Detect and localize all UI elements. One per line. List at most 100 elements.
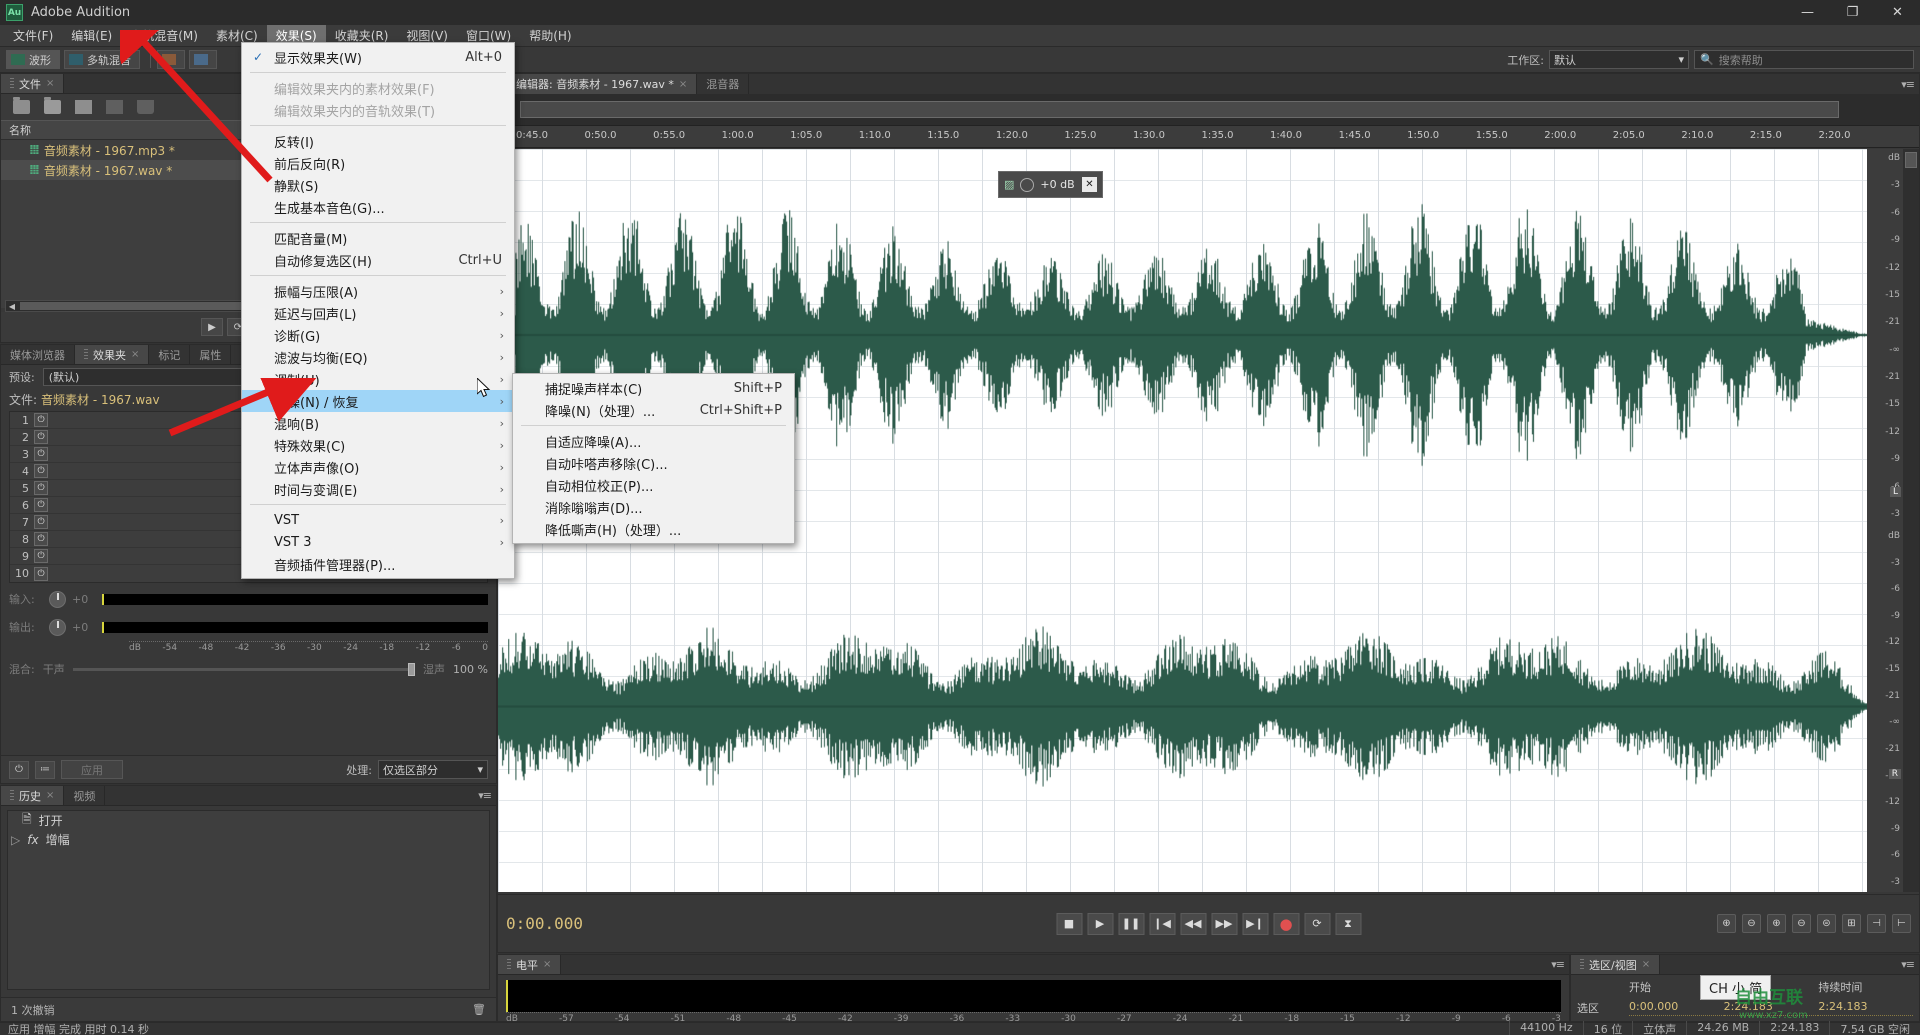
list-item[interactable]: 🗎 打开 <box>8 811 489 830</box>
mix-slider-handle[interactable] <box>408 662 416 676</box>
sv-selection-end[interactable]: 2:24.183 <box>1723 1000 1819 1016</box>
menu-item[interactable]: 诊断(G) › <box>242 324 514 346</box>
close-icon[interactable]: × <box>46 78 54 89</box>
stop-button[interactable]: ■ <box>1056 912 1082 935</box>
close-icon[interactable]: × <box>1642 959 1650 970</box>
new-file-icon[interactable] <box>75 100 92 114</box>
maximize-button[interactable]: ❐ <box>1830 0 1875 25</box>
sv-selection-start[interactable]: 0:00.000 <box>1629 1000 1724 1016</box>
zoom-in-left-button[interactable]: ⊣ <box>1867 914 1886 933</box>
minimize-button[interactable]: — <box>1785 0 1830 25</box>
menu-item[interactable]: 自动咔嗒声移除(C)... <box>513 452 794 474</box>
metronome-button[interactable]: ⧗ <box>1335 912 1361 935</box>
gain-overlay-badge[interactable]: ▨ +0 dB ✕ <box>998 171 1103 198</box>
menu-item[interactable]: 自动相位校正(P)... <box>513 474 794 496</box>
zoom-in-time-button[interactable]: ⊕ <box>1767 914 1786 933</box>
effects-list-icon[interactable]: ≔ <box>35 760 55 779</box>
apply-button[interactable]: 应用 <box>61 760 123 779</box>
zoom-out-amplitude-button[interactable]: ⊖ <box>1742 914 1761 933</box>
close-icon[interactable]: × <box>46 790 54 801</box>
drag-grip-icon[interactable] <box>10 790 14 801</box>
zoom-in-selection-button[interactable]: ⊞ <box>1842 914 1861 933</box>
menu-item[interactable]: 降噪(N) / 恢复 › <box>242 390 514 412</box>
power-all-icon[interactable]: ⏻ <box>9 760 29 779</box>
tool-marquee-button[interactable] <box>189 50 217 69</box>
power-toggle-icon[interactable]: ⏻ <box>34 498 48 512</box>
power-toggle-icon[interactable]: ⏻ <box>34 481 48 495</box>
sv-selection-duration[interactable]: 2:24.183 <box>1818 1000 1913 1016</box>
tab-levels[interactable]: 电平 × <box>498 955 562 974</box>
timeline-ruler[interactable]: 0:45.0 0:50.0 0:55.0 1:00.0 1:05.0 1:10.0 1:15… <box>498 126 1919 148</box>
menu-file[interactable]: 文件(F) <box>4 24 62 47</box>
multitrack-view-button[interactable]: 多轨混音 <box>64 50 140 69</box>
close-icon[interactable]: ✕ <box>1082 177 1097 192</box>
noise-reduction-submenu[interactable]: 捕捉噪声样本(C) Shift+P 降噪(N)（处理）... Ctrl+Shift+P… <box>512 373 795 544</box>
scroll-thumb[interactable] <box>1905 152 1917 168</box>
power-toggle-icon[interactable]: ⏻ <box>34 566 48 581</box>
search-input[interactable]: 🔍 搜索帮助 <box>1694 50 1914 69</box>
close-icon[interactable]: × <box>543 959 551 970</box>
gain-knob-icon[interactable] <box>1020 177 1035 192</box>
menu-item[interactable]: VST › <box>242 509 514 531</box>
menu-help[interactable]: 帮助(H) <box>520 24 580 47</box>
close-icon[interactable]: × <box>679 79 687 90</box>
current-time-display[interactable]: 0:00.000 <box>506 914 583 933</box>
tab-files[interactable]: 文件 × <box>1 74 65 93</box>
tab-properties[interactable]: 属性 <box>190 345 232 364</box>
power-toggle-icon[interactable]: ⏻ <box>34 413 48 427</box>
menu-item[interactable]: ✓ 显示效果夹(W) Alt+0 <box>242 46 514 68</box>
tab-video[interactable]: 视频 <box>64 786 106 805</box>
master-level-meter[interactable] <box>506 980 1561 1012</box>
tab-editor[interactable]: 编辑器: 音频素材 - 1967.wav * × <box>498 74 698 94</box>
menu-item[interactable]: 时间与变调(E) › <box>242 478 514 500</box>
input-gain-knob[interactable] <box>49 590 66 608</box>
panel-menu-icon[interactable]: ▾≡ <box>478 789 492 802</box>
fast-forward-button[interactable]: ▶▶ <box>1211 912 1237 935</box>
tab-history[interactable]: 历史 × <box>1 786 65 805</box>
mix-slider[interactable] <box>72 662 416 676</box>
menu-item[interactable]: VST 3 › <box>242 531 514 553</box>
menu-item[interactable]: 振幅与压限(A) › <box>242 280 514 302</box>
waveform-channel-right[interactable] <box>498 520 1867 892</box>
zoom-out-full-button[interactable]: ⊜ <box>1817 914 1836 933</box>
drag-grip-icon[interactable] <box>507 959 511 970</box>
panel-menu-icon[interactable]: ▾≡ <box>1901 958 1915 971</box>
power-toggle-icon[interactable]: ⏻ <box>34 549 48 563</box>
scroll-left-icon[interactable]: ◀ <box>6 300 18 312</box>
zoom-out-time-button[interactable]: ⊖ <box>1792 914 1811 933</box>
pause-button[interactable]: ❚❚ <box>1118 912 1144 935</box>
power-toggle-icon[interactable]: ⏻ <box>34 447 48 461</box>
open-file-icon[interactable] <box>13 97 30 114</box>
menu-item[interactable]: 反转(I) <box>242 130 514 152</box>
menu-item[interactable]: 混响(B) › <box>242 412 514 434</box>
expand-arrow-icon[interactable]: ▷ <box>11 833 20 847</box>
menu-item[interactable]: 降噪(N)（处理）... Ctrl+Shift+P <box>513 399 794 421</box>
menu-item[interactable]: 自动修复选区(H) Ctrl+U <box>242 249 514 271</box>
skip-start-button[interactable]: ❙◀ <box>1149 912 1175 935</box>
tab-selection-view[interactable]: 选区/视图 × <box>1571 955 1661 974</box>
menu-item[interactable]: 静默(S) <box>242 174 514 196</box>
menu-item[interactable]: 特殊效果(C) › <box>242 434 514 456</box>
menu-multitrack[interactable]: 多轨混音(M) <box>121 24 207 47</box>
waveform-view-button[interactable]: 波形 <box>6 50 60 69</box>
tab-media-browser[interactable]: 媒体浏览器 <box>1 345 75 364</box>
zoom-in-right-button[interactable]: ⊢ <box>1892 914 1911 933</box>
menu-item[interactable]: 前后反向(R) <box>242 152 514 174</box>
menu-item[interactable]: 音频插件管理器(P)... <box>242 553 514 575</box>
navigation-strip[interactable] <box>498 94 1919 126</box>
menu-item[interactable]: 降低嘶声(H)（处理）... <box>513 518 794 540</box>
zoom-in-amplitude-button[interactable]: ⊕ <box>1717 914 1736 933</box>
play-preview-button[interactable]: ▶ <box>201 318 223 336</box>
menu-item[interactable]: 滤波与均衡(EQ) › <box>242 346 514 368</box>
menu-item[interactable]: 调制(U) › <box>242 368 514 390</box>
menu-item[interactable]: 生成基本音色(G)... <box>242 196 514 218</box>
process-select[interactable]: 仅选区部分 ▾ <box>378 760 488 779</box>
menu-item[interactable]: 延迟与回声(L) › <box>242 302 514 324</box>
menu-edit[interactable]: 编辑(E) <box>62 24 121 47</box>
power-toggle-icon[interactable]: ⏻ <box>34 515 48 529</box>
amplitude-ruler[interactable]: dB -3 -6 -9 -12 -15 -21 -∞ -21 -15 -12 -9 -6 -3 dB -3 -6… <box>1867 149 1903 892</box>
trash-icon[interactable]: 🗑 <box>472 1003 486 1016</box>
tab-mixer[interactable]: 混音器 <box>697 74 750 94</box>
preset-select[interactable]: (默认) <box>42 368 273 386</box>
list-item[interactable]: ▷ fx 增幅 <box>8 830 489 849</box>
